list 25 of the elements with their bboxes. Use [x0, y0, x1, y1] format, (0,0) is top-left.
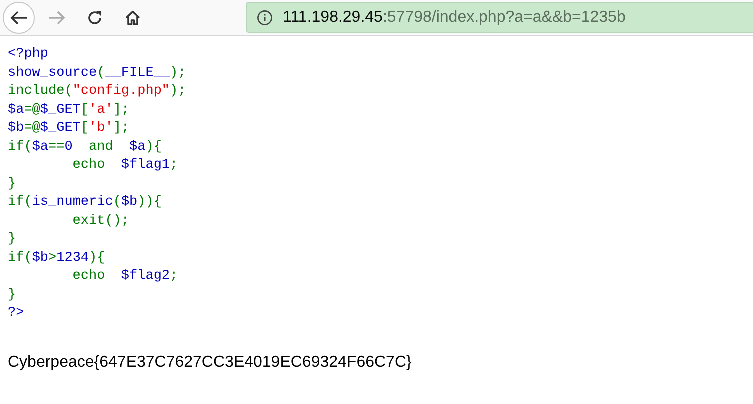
code-line: } — [8, 286, 16, 304]
code-line: $a=@$_GET['a']; — [8, 102, 130, 120]
code-line: exit(); — [72, 212, 130, 230]
code-line: } — [8, 231, 16, 249]
info-icon — [257, 10, 273, 26]
code-line: if($b>1234){ — [8, 250, 106, 268]
code-line: show_source(__FILE__); — [8, 64, 186, 82]
code-line: echo $flag2; — [72, 268, 178, 286]
reload-icon — [87, 10, 103, 26]
code-line: if($a==0 and $a){ — [8, 138, 162, 156]
back-arrow-icon — [10, 10, 28, 26]
url-host: 111.198.29.45 — [283, 8, 383, 26]
back-button[interactable] — [3, 2, 35, 34]
home-icon — [125, 10, 141, 26]
address-bar[interactable]: 111.198.29.45:57798/index.php?a=a&&b=1235b — [246, 2, 753, 33]
flag-output: Cyberpeace{647E37C7627CC3E4019EC69324F66C7C} — [8, 354, 412, 372]
url-path: :57798/index.php?a=a&&b=1235b — [382, 8, 626, 26]
code-line: } — [8, 176, 16, 194]
code-line: <?php — [8, 46, 49, 64]
code-line: if(is_numeric($b)){ — [8, 194, 162, 212]
code-line: include("config.php"); — [8, 83, 186, 101]
code-line: ?> — [8, 305, 24, 323]
code-line: $b=@$_GET['b']; — [8, 120, 130, 138]
code-line: echo $flag1; — [72, 157, 178, 175]
forward-arrow-icon — [48, 10, 66, 26]
